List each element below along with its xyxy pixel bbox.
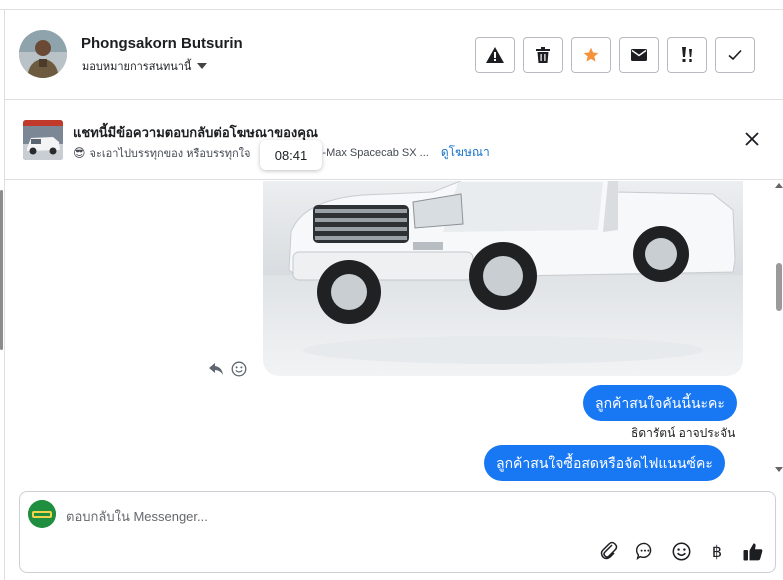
conversation-header: Phongsakorn Butsurin มอบหมายการสนทนานี้ <box>5 10 783 100</box>
trash-icon <box>536 47 550 63</box>
contact-avatar[interactable] <box>19 30 67 78</box>
sunglasses-emoji-icon: 😎 <box>73 145 86 160</box>
warning-icon <box>486 47 504 63</box>
ad-caption: จะเอาไปบรรทุกของ หรือบรรทุกใจ <box>89 147 251 160</box>
close-banner-button[interactable] <box>743 130 761 148</box>
delete-button[interactable] <box>523 37 563 73</box>
paperclip-icon[interactable] <box>598 540 620 562</box>
message-sender: ธิดารัตน์ อาจประจัน <box>631 426 736 440</box>
ad-name: D-Max Spacecab SX ... <box>314 146 429 159</box>
view-ad-link[interactable]: ดูโฆษณา <box>441 143 490 162</box>
emoji-icon[interactable] <box>670 540 692 562</box>
star-icon <box>583 47 599 62</box>
mark-done-button[interactable] <box>715 37 755 73</box>
follow-up-button[interactable] <box>667 37 707 73</box>
reply-composer: ฿ <box>19 491 776 573</box>
star-button[interactable] <box>571 37 611 73</box>
reply-input[interactable] <box>66 504 626 528</box>
report-spam-button[interactable] <box>475 37 515 73</box>
ad-thumbnail[interactable] <box>23 120 63 160</box>
assign-label: มอบหมายการสนทนานี้ <box>82 61 192 73</box>
conversation-actions <box>475 37 755 73</box>
close-icon <box>745 132 759 146</box>
page-avatar <box>28 500 56 528</box>
mark-unread-button[interactable] <box>619 37 659 73</box>
thumbs-up-icon[interactable] <box>742 540 764 562</box>
envelope-icon <box>631 49 647 61</box>
ad-reply-banner: แชทนี้มีข้อความตอบกลับต่อโฆษณาของคุณ 😎 จ… <box>5 100 783 180</box>
reply-icon[interactable] <box>209 363 223 375</box>
message-thread: ลูกค้าสนใจคันนี้นะคะ ธิดารัตน์ อาจประจัน… <box>5 181 775 481</box>
outgoing-message[interactable]: ลูกค้าสนใจซื้อสดหรือจัดไฟแนนซ์คะ <box>484 445 725 481</box>
react-smiley-icon[interactable] <box>231 361 247 377</box>
caret-down-icon <box>197 63 208 69</box>
composer-tools: ฿ <box>598 540 764 562</box>
contact-name[interactable]: Phongsakorn Butsurin <box>81 35 243 52</box>
chat-bubble-icon[interactable] <box>634 540 656 562</box>
outgoing-message[interactable]: ลูกค้าสนใจคันนี้นะคะ <box>583 385 737 421</box>
check-icon <box>728 49 742 61</box>
timestamp-tooltip: 08:41 <box>260 140 322 170</box>
message-actions <box>209 361 247 377</box>
baht-icon[interactable]: ฿ <box>706 540 728 562</box>
scroll-up-arrow[interactable] <box>775 183 783 188</box>
car-photo-message[interactable] <box>263 181 743 376</box>
scroll-down-arrow[interactable] <box>775 467 783 472</box>
left-scrollbar-thumb[interactable] <box>0 190 3 350</box>
assign-conversation-dropdown[interactable]: มอบหมายการสนทนานี้ <box>82 57 208 75</box>
important-icon <box>682 47 692 62</box>
scrollbar-thumb[interactable] <box>776 263 782 311</box>
